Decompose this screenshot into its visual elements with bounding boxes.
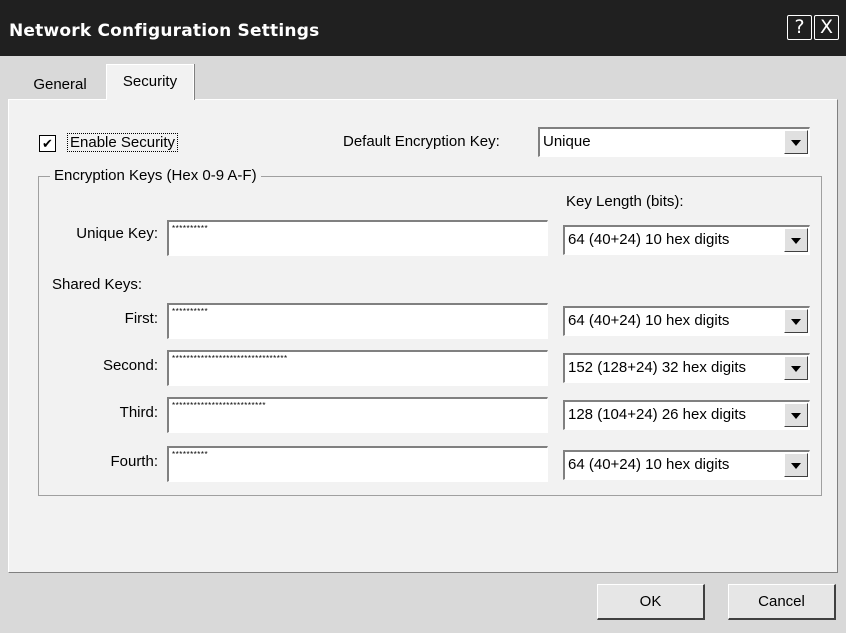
unique-key-input[interactable]: ********** — [167, 220, 548, 256]
first-key-input[interactable]: ********** — [167, 303, 548, 339]
close-button[interactable]: X — [814, 15, 839, 40]
third-key-label: Third: — [119, 404, 158, 421]
default-encryption-key-select[interactable]: Unique — [538, 127, 810, 157]
second-key-length-select[interactable]: 152 (128+24) 32 hex digits — [563, 353, 810, 383]
enable-security-checkbox[interactable]: ✔ — [39, 135, 56, 152]
unique-key-label: Unique Key: — [76, 225, 158, 242]
fourth-key-length-value: 64 (40+24) 10 hex digits — [568, 456, 730, 473]
network-config-dialog: Network Configuration Settings ? X Gener… — [0, 0, 846, 633]
key-length-label: Key Length (bits): — [566, 193, 684, 210]
first-key-length-value: 64 (40+24) 10 hex digits — [568, 312, 730, 329]
help-button[interactable]: ? — [787, 15, 812, 40]
third-key-input[interactable]: ************************** — [167, 397, 548, 433]
first-key-label: First: — [124, 310, 158, 327]
default-encryption-key-value: Unique — [543, 133, 591, 150]
chevron-down-icon[interactable] — [784, 403, 808, 427]
shared-keys-label: Shared Keys: — [52, 276, 143, 293]
unique-key-length-select[interactable]: 64 (40+24) 10 hex digits — [563, 225, 810, 255]
fourth-key-input[interactable]: ********** — [167, 446, 548, 482]
fourth-key-length-select[interactable]: 64 (40+24) 10 hex digits — [563, 450, 810, 480]
chevron-down-icon[interactable] — [784, 453, 808, 477]
tab-general[interactable]: General — [14, 70, 106, 100]
window-title: Network Configuration Settings — [9, 21, 320, 41]
chevron-down-icon[interactable] — [784, 228, 808, 252]
title-bar: Network Configuration Settings ? X — [0, 0, 846, 56]
default-encryption-key-label: Default Encryption Key: — [343, 133, 500, 150]
tab-security[interactable]: Security — [106, 64, 194, 100]
chevron-down-icon[interactable] — [784, 130, 808, 154]
chevron-down-icon[interactable] — [784, 356, 808, 380]
first-key-length-select[interactable]: 64 (40+24) 10 hex digits — [563, 306, 810, 336]
third-key-length-select[interactable]: 128 (104+24) 26 hex digits — [563, 400, 810, 430]
enable-security-label[interactable]: Enable Security — [67, 133, 179, 152]
second-key-input[interactable]: ******************************** — [167, 350, 548, 386]
ok-button[interactable]: OK — [597, 584, 705, 620]
chevron-down-icon[interactable] — [784, 309, 808, 333]
cancel-button[interactable]: Cancel — [728, 584, 836, 620]
second-key-length-value: 152 (128+24) 32 hex digits — [568, 359, 747, 376]
second-key-label: Second: — [102, 357, 158, 374]
fourth-key-label: Fourth: — [110, 453, 158, 470]
unique-key-length-value: 64 (40+24) 10 hex digits — [568, 231, 730, 248]
third-key-length-value: 128 (104+24) 26 hex digits — [568, 406, 747, 423]
encryption-keys-legend: Encryption Keys (Hex 0-9 A-F) — [50, 167, 261, 184]
